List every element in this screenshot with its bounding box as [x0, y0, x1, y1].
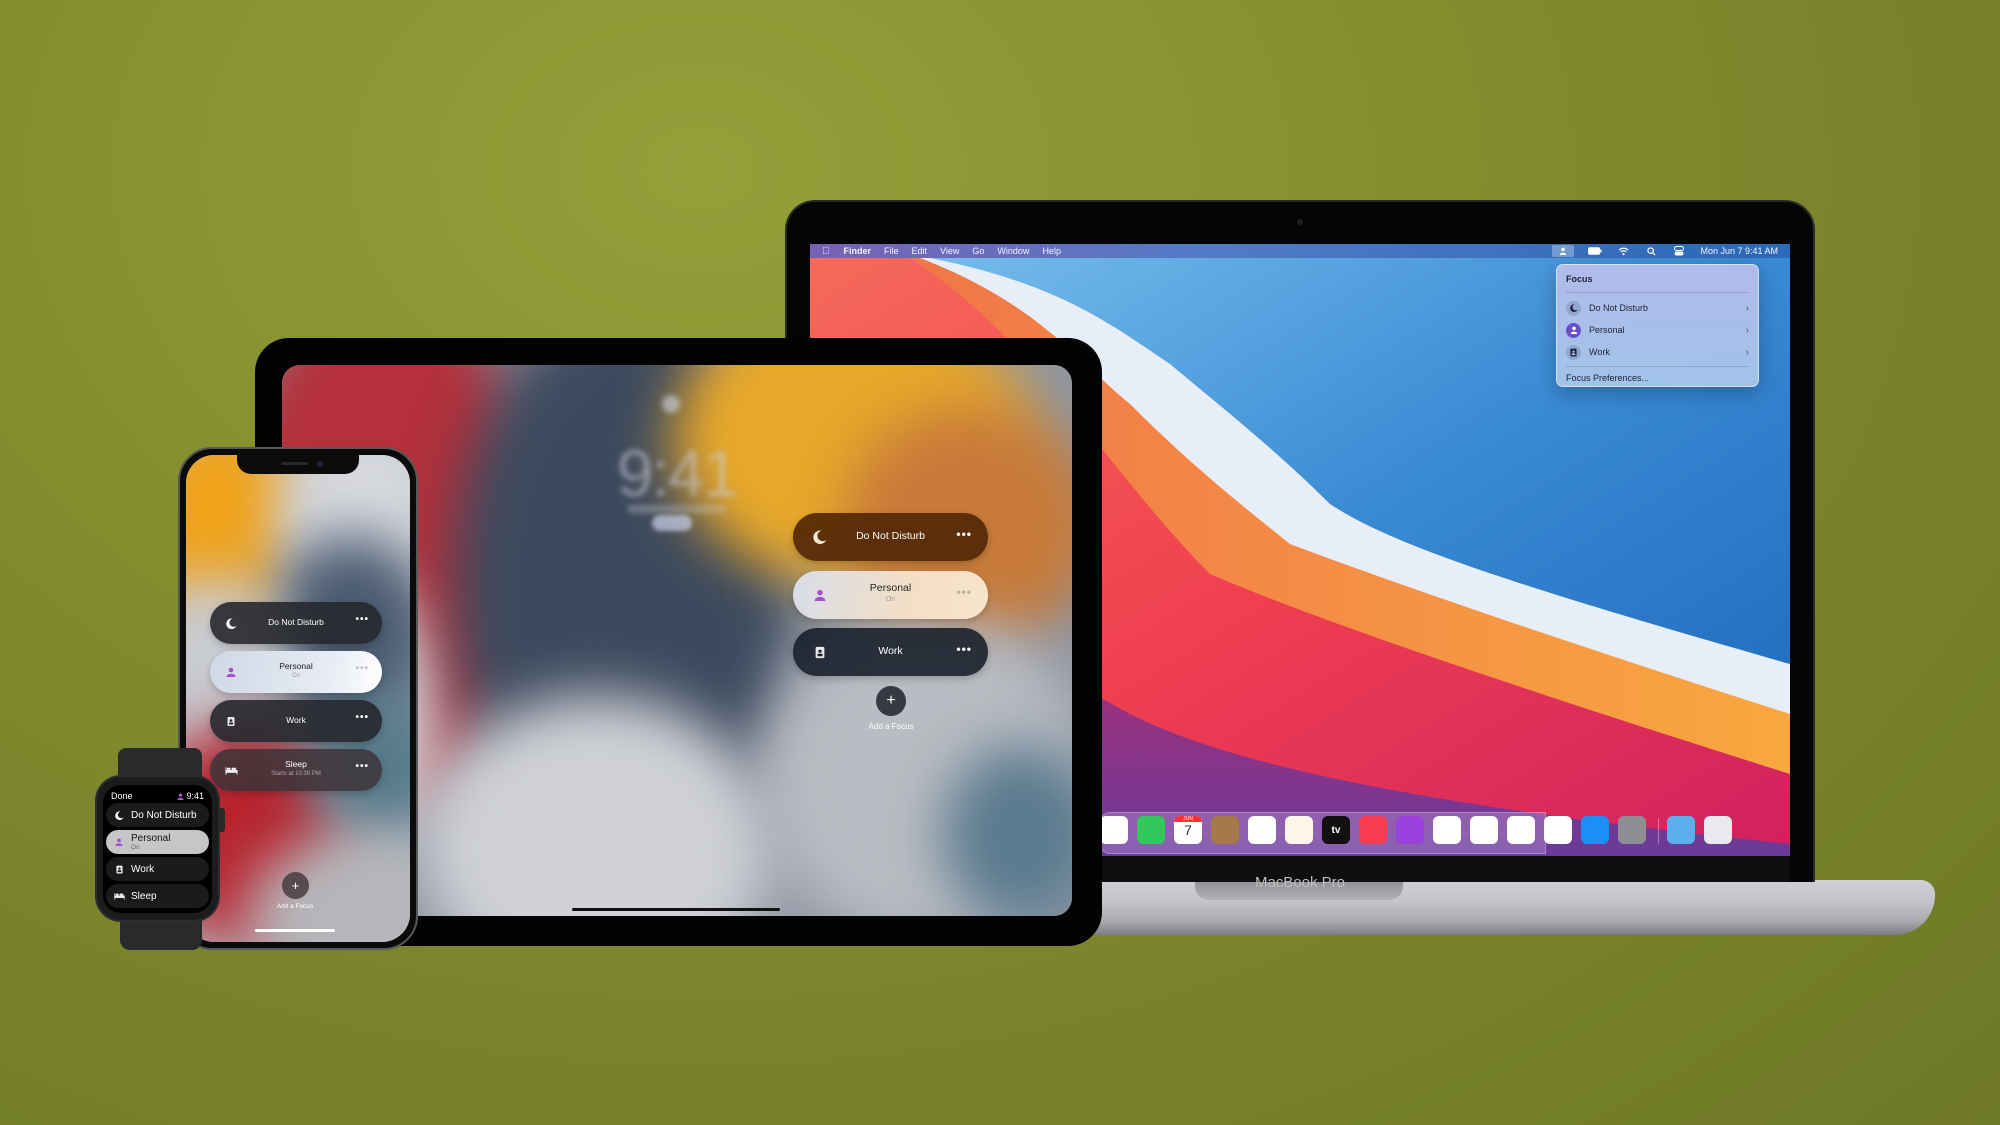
lock-icon	[662, 395, 680, 413]
menu-window[interactable]: Window	[997, 246, 1029, 256]
menu-view[interactable]: View	[940, 246, 959, 256]
focus-menu-title: Focus	[1566, 274, 1593, 284]
wifi-icon[interactable]	[1616, 246, 1630, 256]
focus-menu-item-do-not-disturb[interactable]: Do Not Disturb ›	[1566, 298, 1749, 318]
watch-focus-work[interactable]: Work	[106, 857, 209, 881]
podcasts-icon[interactable]	[1396, 816, 1424, 844]
more-options-icon[interactable]: •••	[956, 642, 972, 656]
contacts-icon[interactable]	[1211, 816, 1239, 844]
watch-focus-personal[interactable]: Personal On	[106, 830, 209, 854]
trash-icon[interactable]	[1704, 816, 1732, 844]
watch-clock: 9:41	[186, 791, 204, 801]
home-indicator[interactable]	[572, 908, 780, 911]
more-options-icon[interactable]: •••	[355, 761, 369, 772]
appletv-icon[interactable]: tv	[1322, 816, 1350, 844]
iphone-add-focus-label: Add a Focus	[276, 903, 314, 910]
watch-band-bottom	[120, 918, 202, 950]
dock-separator	[1658, 818, 1659, 844]
menu-finder[interactable]: Finder	[844, 246, 872, 256]
focus-menu-item-work[interactable]: Work ›	[1566, 342, 1749, 362]
bed-icon	[222, 749, 240, 791]
news-icon[interactable]	[1433, 816, 1461, 844]
watch-focus-do-not-disturb[interactable]: Do Not Disturb	[106, 803, 209, 827]
more-options-icon[interactable]: •••	[956, 527, 972, 541]
system-preferences-icon[interactable]	[1618, 816, 1646, 844]
downloads-folder-icon[interactable]	[1667, 816, 1695, 844]
person-icon	[222, 651, 240, 693]
bed-icon	[111, 892, 127, 900]
watch-status: 9:41	[177, 791, 204, 801]
battery-icon[interactable]	[1588, 246, 1602, 256]
more-options-icon[interactable]: •••	[355, 712, 369, 723]
menu-help[interactable]: Help	[1042, 246, 1061, 256]
person-icon	[1566, 322, 1581, 338]
iphone-focus-sleep[interactable]: Sleep Starts at 10:30 PM •••	[210, 749, 382, 791]
menubar-clock[interactable]: Mon Jun 7 9:41 AM	[1700, 246, 1778, 256]
notes-icon[interactable]	[1285, 816, 1313, 844]
ipad-focus-personal[interactable]: Personal On •••	[793, 571, 988, 619]
more-options-icon[interactable]: •••	[355, 614, 369, 625]
ipad-focus-do-not-disturb[interactable]: Do Not Disturb •••	[793, 513, 988, 561]
reminders-icon[interactable]	[1248, 816, 1276, 844]
chevron-right-icon: ›	[1745, 346, 1749, 358]
badge-icon	[1566, 344, 1581, 360]
iphone-focus-work[interactable]: Work •••	[210, 700, 382, 742]
menu-separator	[1566, 292, 1749, 293]
badge-icon	[111, 865, 127, 874]
iphone-focus-personal[interactable]: Personal On •••	[210, 651, 382, 693]
moon-icon	[111, 810, 127, 820]
ipad-add-focus-button[interactable]: +	[876, 686, 906, 716]
chevron-right-icon: ›	[1745, 302, 1749, 314]
iphone-camera	[317, 461, 323, 467]
macbook-model-label: MacBook Pro	[1254, 874, 1346, 891]
chevron-right-icon: ›	[1745, 324, 1749, 336]
music-icon[interactable]	[1359, 816, 1387, 844]
person-icon	[111, 838, 127, 846]
ipad-add-focus-label: Add a Focus	[868, 722, 914, 731]
menu-file[interactable]: File	[884, 246, 899, 256]
focus-dropdown-menu: Focus Do Not Disturb › Personal › Work ›…	[1556, 264, 1759, 387]
watch-focus-sleep[interactable]: Sleep	[106, 884, 209, 908]
menu-edit[interactable]: Edit	[912, 246, 928, 256]
more-options-icon[interactable]: •••	[956, 585, 972, 599]
focus-status: On	[131, 844, 140, 851]
macbook-camera	[1297, 219, 1303, 225]
menu-separator	[1566, 366, 1749, 367]
watch-done-button[interactable]: Done	[111, 791, 133, 801]
person-icon	[809, 571, 831, 619]
more-options-icon[interactable]: •••	[355, 663, 369, 674]
apple-menu-icon[interactable]: 	[822, 246, 830, 257]
menu-go[interactable]: Go	[972, 246, 984, 256]
watch-band-top	[118, 748, 202, 778]
focus-person-icon[interactable]	[1552, 245, 1575, 257]
calendar-icon[interactable]: JUN 7	[1174, 816, 1202, 844]
control-center-icon[interactable]	[1672, 246, 1686, 256]
ipad-focus-work[interactable]: Work •••	[793, 628, 988, 676]
spotlight-search-icon[interactable]	[1644, 246, 1658, 256]
facetime-icon[interactable]	[1137, 816, 1165, 844]
appstore-icon[interactable]	[1581, 816, 1609, 844]
focus-menu-item-personal[interactable]: Personal ›	[1566, 320, 1749, 340]
focus-preferences-item[interactable]: Focus Preferences...	[1566, 373, 1649, 383]
moon-icon	[1566, 300, 1581, 316]
watch-digital-crown[interactable]	[218, 808, 225, 832]
pages-icon[interactable]	[1544, 816, 1572, 844]
lock-screen-date	[627, 505, 727, 513]
numbers-icon[interactable]	[1507, 816, 1535, 844]
mac-menubar:  Finder File Edit View Go Window Help M…	[810, 244, 1790, 258]
iphone-add-focus-button[interactable]: +	[282, 872, 309, 899]
watch-screen: Done 9:41 Do Not Disturb Personal On Wor…	[103, 785, 212, 913]
photos-icon[interactable]	[1100, 816, 1128, 844]
iphone-speaker	[281, 462, 308, 465]
home-indicator[interactable]	[255, 929, 335, 932]
iphone-focus-do-not-disturb[interactable]: Do Not Disturb •••	[210, 602, 382, 644]
lock-screen-time: 9:41	[616, 436, 739, 510]
person-icon	[177, 792, 185, 800]
keynote-icon[interactable]	[1470, 816, 1498, 844]
focus-indicator-pill	[652, 515, 692, 531]
